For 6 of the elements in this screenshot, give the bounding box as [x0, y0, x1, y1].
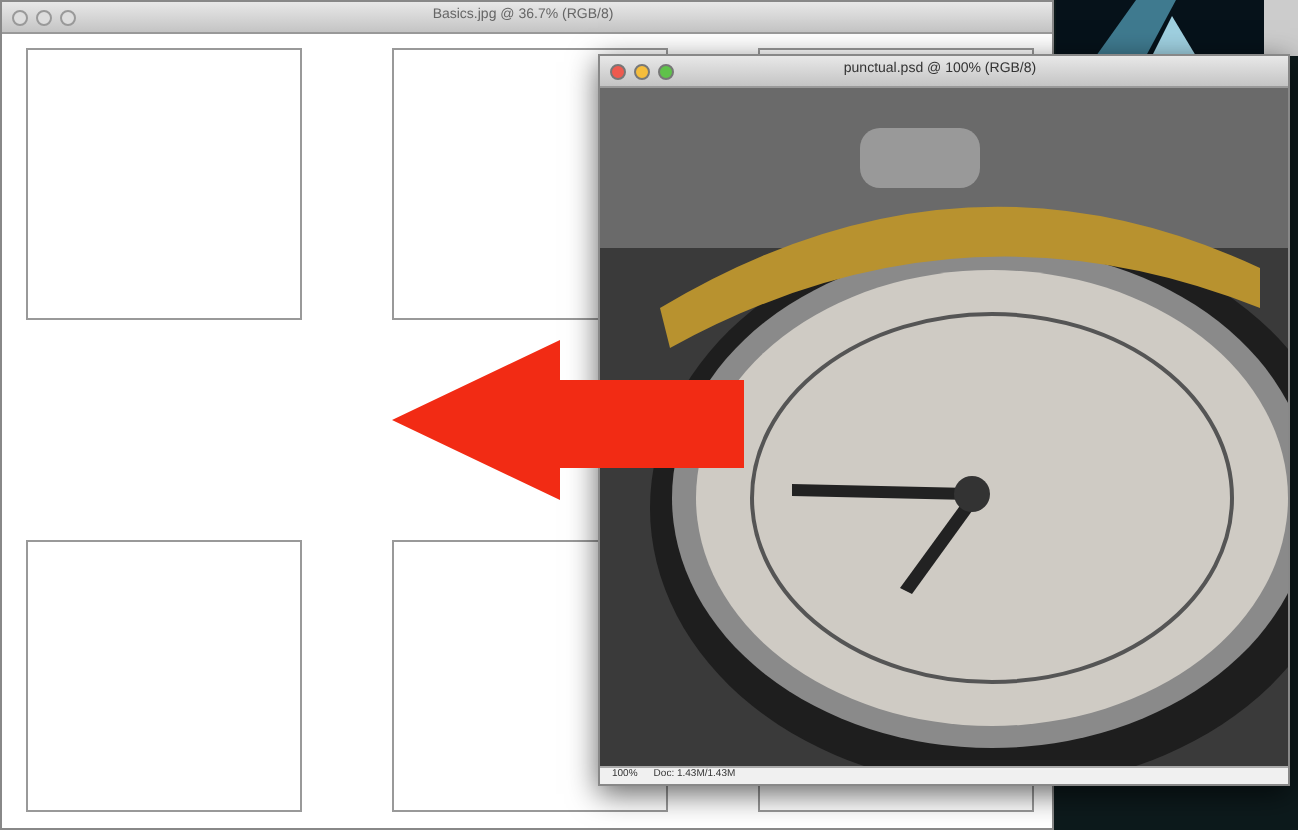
close-button[interactable] [610, 63, 626, 79]
minimize-button[interactable] [36, 9, 52, 25]
minimize-button[interactable] [634, 63, 650, 79]
zoom-button[interactable] [60, 9, 76, 25]
close-button[interactable] [12, 9, 28, 25]
zoom-button[interactable] [658, 63, 674, 79]
